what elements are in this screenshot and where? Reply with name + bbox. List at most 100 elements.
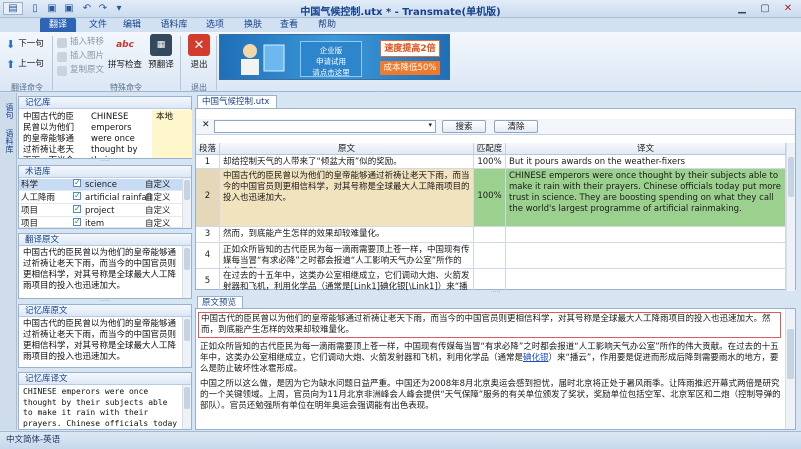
tab-help[interactable]: 帮助 xyxy=(312,18,342,32)
memory-target-text: CHINESE emperors were once thought by th… xyxy=(23,387,178,428)
group-label-translate: 翻译命令 xyxy=(11,83,43,92)
side-tab-corpus[interactable]: 语料库 xyxy=(2,123,15,159)
insert-image-button[interactable]: 插入图片 xyxy=(57,50,104,63)
table-row[interactable]: 1 却给控制天气的人带来了“倾盆大雨”似的奖励。 100% But it pou… xyxy=(196,155,786,169)
arrow-up-icon: ⬆ xyxy=(6,58,16,71)
translation-source-text: 中国古代的臣民曾以为他们的皇帝能够通过祈祷让老天下雨，而当今的中国官员则更相信科… xyxy=(23,248,177,291)
tab-corpus[interactable]: 语料库 xyxy=(154,18,194,32)
search-dropdown-icon[interactable]: ▾ xyxy=(428,121,432,129)
memory-panel-title: 记忆库 xyxy=(19,97,191,109)
term-checkbox[interactable] xyxy=(73,218,81,227)
minimize-button[interactable]: ▁ xyxy=(731,1,753,16)
preview-paragraph: 正如众所皆知的古代臣民为每一滴雨需要顶上苍一样，中国现有传媒每当冒“有求必降”之… xyxy=(200,342,779,374)
tab-translate[interactable]: 翻译 xyxy=(40,18,76,32)
column-header-target[interactable]: 译文 xyxy=(506,143,786,155)
source-preview-panel: 中国古代的臣民曾以为他们的皇帝能够通过祈祷让老天下雨，而当今的中国官员则更相信科… xyxy=(195,308,796,430)
document-tab[interactable]: 中国气候控制.utx ▾ xyxy=(197,95,277,118)
translation-source-scrollbar[interactable] xyxy=(182,246,191,298)
banner-figure-icon xyxy=(241,44,285,75)
grid-scroll-thumb[interactable] xyxy=(788,157,794,197)
splitter-grip[interactable]: ····· xyxy=(18,159,192,165)
ribbon-tabs: 翻译 文件 编辑 语料库 选项 换肤 查看 帮助 xyxy=(0,18,801,32)
copy-icon xyxy=(57,65,67,76)
termbase-panel-title: 术语库 xyxy=(19,166,191,178)
memory-target-panel: 记忆库译文 CHINESE emperors were once thought… xyxy=(18,372,192,430)
memory-source-cell[interactable]: 中国古代的臣民曾以为他们的皇帝能够通过祈祷让老天下雨，而当今的 xyxy=(19,110,85,158)
memory-panel: 记忆库 中国古代的臣民曾以为他们的皇帝能够通过祈祷让老天下雨，而当今的 CHIN… xyxy=(18,96,192,159)
search-button[interactable]: 搜索 xyxy=(442,120,486,133)
cost-badge: 成本降低50% xyxy=(380,61,440,75)
memory-source-title: 记忆库原文 xyxy=(19,305,191,317)
tab-options[interactable]: 选项 xyxy=(200,18,230,32)
next-sentence-button[interactable]: ⬇ 下一句 xyxy=(6,38,44,51)
insert-tag-button[interactable]: 插入转移 xyxy=(57,36,104,49)
copy-source-button[interactable]: 复制原文 xyxy=(57,64,104,77)
close-button[interactable]: ✕ xyxy=(777,1,799,16)
table-row[interactable]: 4 正如众所皆知的古代臣民为每一滴雨需要顶上苍一样，中国现有传媒每当冒“有求必降… xyxy=(196,243,786,269)
memory-source-text: 中国古代的臣民曾以为他们的皇帝能够通过祈祷让老天下雨，而当今的中国官员则更相信科… xyxy=(23,319,177,362)
spell-check-button[interactable]: abc 拼写检查 xyxy=(108,34,142,70)
translation-source-panel: 翻译原文 中国古代的臣民曾以为他们的皇帝能够通过祈祷让老天下雨，而当今的中国官员… xyxy=(18,233,192,299)
table-row[interactable]: 5 在过去的十五年中，这类办公室相继成立，它们调动大炮、火箭发射器和飞机，利用化… xyxy=(196,269,786,291)
term-checkbox[interactable] xyxy=(73,177,81,189)
tab-skin[interactable]: 换肤 xyxy=(238,18,268,32)
column-header-source[interactable]: 原文 xyxy=(220,143,474,155)
group-separator xyxy=(180,36,181,90)
term-row[interactable]: 项目 project 自定义 xyxy=(19,203,183,217)
translation-source-title: 翻译原文 xyxy=(19,234,191,246)
segment-grid: 段落 原文 匹配度 译文 1 却给控制天气的人带来了“倾盆大雨”似的奖励。 10… xyxy=(196,143,786,291)
preview-paragraph: 中国之所以这么做，是因为它为缺水问题日益严重。中国还为2008年8月北京奥运会感… xyxy=(200,379,781,411)
spell-check-icon: abc xyxy=(116,40,134,50)
term-checkbox[interactable] xyxy=(73,190,81,202)
memory-target-title: 记忆库译文 xyxy=(19,373,191,385)
close-search-icon[interactable]: ✕ xyxy=(202,120,210,130)
term-row[interactable]: 人工降雨 artificial rainfall 自定义 xyxy=(19,190,183,204)
termbase-panel: 术语库 科学 science 自定义 人工降雨 artificial rainf… xyxy=(18,165,192,229)
memory-source-panel: 记忆库原文 中国古代的臣民曾以为他们的皇帝能够通过祈祷让老天下雨，而当今的中国官… xyxy=(18,304,192,368)
column-header-num[interactable]: 段落 xyxy=(196,143,220,155)
group-separator xyxy=(52,36,53,90)
memory-origin-cell: 本地 xyxy=(152,110,192,158)
search-input[interactable]: ▾ xyxy=(214,120,436,133)
pretranslate-button[interactable]: ▦ 预翻译 xyxy=(144,34,178,70)
memory-target-scrollbar[interactable] xyxy=(182,385,191,429)
title-bar: ▤ ▯ ▣ ▣ ↶ ↷ ▾ 中国气候控制.utx * - Transmate(单… xyxy=(0,0,801,18)
promo-banner[interactable]: 企业版 申请试用 请点击这里 速度提高2倍 成本降低50% xyxy=(219,34,450,80)
prev-sentence-button[interactable]: ⬆ 上一句 xyxy=(6,58,44,71)
maximize-button[interactable]: ▢ xyxy=(754,1,776,16)
editor-panel: ✕ ▾ 搜索 清除 段落 原文 匹配度 译文 1 却给控制天气的人带来了“倾盆大… xyxy=(195,108,796,291)
memory-target-cell[interactable]: CHINESE emperors were once thought by th… xyxy=(87,110,151,158)
preview-tab-bar: 原文预览 xyxy=(195,295,801,309)
pretranslate-icon: ▦ xyxy=(150,34,172,56)
clear-button[interactable]: 清除 xyxy=(494,120,538,133)
group-label-exit: 退出 xyxy=(191,83,207,92)
preview-scrollbar[interactable] xyxy=(785,309,795,429)
preview-current-paragraph: 中国古代的臣民曾以为他们的皇帝能够通过祈祷让老天下雨，而当今的中国官员则更相信科… xyxy=(198,312,781,338)
tag-icon xyxy=(57,37,67,48)
term-checkbox[interactable] xyxy=(73,203,81,215)
preview-scroll-thumb[interactable] xyxy=(787,329,794,379)
language-pair-status: 中文简体-英语 xyxy=(6,435,61,445)
document-tab-bar: 中国气候控制.utx ▾ xyxy=(195,94,801,118)
column-header-match[interactable]: 匹配度 xyxy=(474,143,506,155)
exit-button[interactable]: ✕ 退出 xyxy=(182,34,216,70)
image-icon xyxy=(57,51,67,62)
side-tab-sentence[interactable]: 语句 xyxy=(2,99,15,123)
table-row[interactable]: 3 然而，到底能产生怎样的效果却较难量化。 xyxy=(196,227,786,243)
enterprise-trial-link[interactable]: 企业版 申请试用 请点击这里 xyxy=(300,41,362,77)
term-row[interactable]: 科学 science 自定义 xyxy=(19,177,183,191)
term-row[interactable]: 项目 item 自定义 xyxy=(19,218,183,228)
exit-icon: ✕ xyxy=(188,34,210,56)
memory-source-scrollbar[interactable] xyxy=(182,317,191,367)
search-bar: ✕ ▾ 搜索 清除 xyxy=(196,119,795,135)
tab-file[interactable]: 文件 xyxy=(84,18,112,32)
table-row[interactable]: 2 中国古代的臣民曾以为他们的皇帝能够通过祈祷让老天下雨，而当今的中国官员则更相… xyxy=(196,169,786,227)
termbase-scrollbar[interactable] xyxy=(182,178,191,228)
preview-link[interactable]: 碘化银 xyxy=(523,353,549,363)
status-bar: 中文简体-英语 xyxy=(0,431,801,449)
group-separator xyxy=(216,36,217,90)
speed-badge: 速度提高2倍 xyxy=(380,40,440,57)
grid-scrollbar[interactable] xyxy=(786,143,795,291)
tab-view[interactable]: 查看 xyxy=(274,18,304,32)
tab-edit[interactable]: 编辑 xyxy=(118,18,146,32)
